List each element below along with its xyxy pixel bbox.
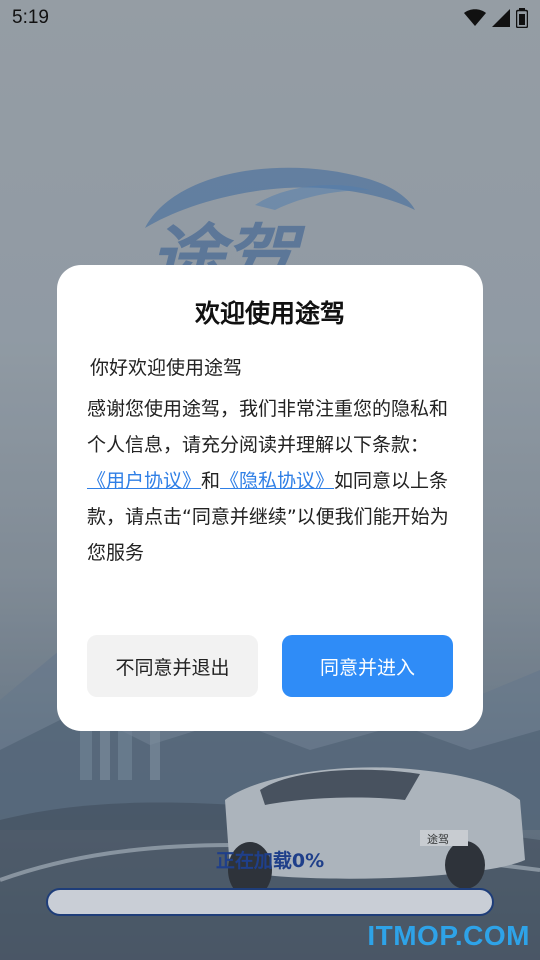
privacy-agreement-link[interactable]: 《隐私协议》 — [220, 470, 334, 492]
dialog-body: 感谢您使用途驾，我们非常注重您的隐私和个人信息，请充分阅读并理解以下条款： 《用… — [87, 391, 453, 571]
loading-progress-bar — [46, 888, 494, 916]
disagree-exit-button[interactable]: 不同意并退出 — [87, 635, 258, 697]
status-time: 5:19 — [12, 7, 49, 28]
agree-enter-button[interactable]: 同意并进入 — [282, 635, 453, 697]
user-agreement-link[interactable]: 《用户协议》 — [87, 470, 201, 492]
wifi-icon — [464, 9, 486, 26]
signal-icon — [492, 9, 510, 27]
dialog-title: 欢迎使用途驾 — [194, 299, 345, 328]
dialog-buttons: 不同意并退出 同意并进入 — [87, 635, 453, 697]
privacy-dialog: 欢迎使用途驾 你好欢迎使用途驾 感谢您使用途驾，我们非常注重您的隐私和个人信息，… — [57, 265, 483, 731]
and-text: 和 — [201, 470, 221, 492]
battery-icon — [516, 8, 528, 28]
status-icons — [464, 8, 528, 28]
watermark: ITMOP.COM — [367, 920, 530, 951]
dialog-greeting: 你好欢迎使用途驾 — [90, 357, 243, 379]
loading-status: 正在加载0% — [215, 850, 325, 872]
dialog-intro: 感谢您使用途驾，我们非常注重您的隐私和个人信息，请充分阅读并理解以下条款： — [87, 398, 449, 456]
status-bar: 5:19 — [0, 0, 540, 36]
